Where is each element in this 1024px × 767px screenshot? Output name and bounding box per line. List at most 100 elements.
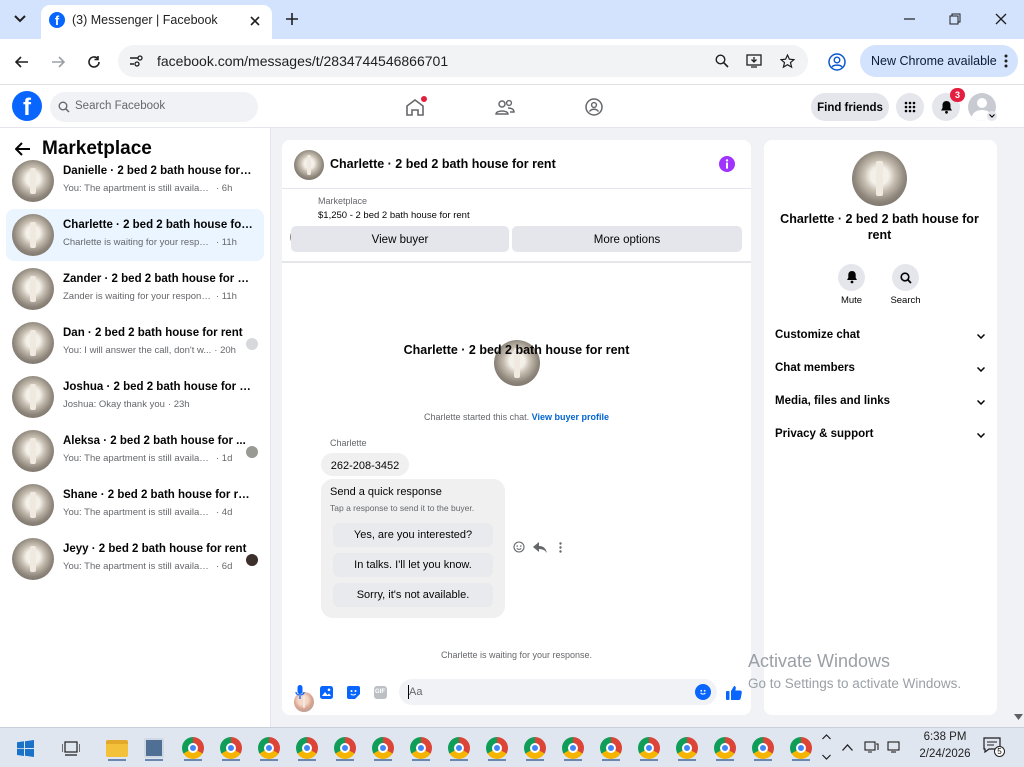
- chrome-taskbar-icon[interactable]: [596, 734, 626, 762]
- taskbar-scroll-arrows-icon[interactable]: [819, 730, 833, 764]
- kebab-menu-icon[interactable]: [998, 51, 1014, 71]
- conversation-time: · 11h: [216, 291, 237, 302]
- menu-grid-icon[interactable]: [896, 93, 924, 121]
- conversation-item[interactable]: Danielle · 2 bed 2 bath house for r... Yo…: [6, 155, 264, 207]
- thumbs-up-icon[interactable]: [725, 683, 743, 701]
- info-section-row[interactable]: Media, files and links: [775, 395, 985, 407]
- reply-icon[interactable]: [532, 540, 548, 554]
- close-tab-icon[interactable]: [246, 12, 264, 30]
- chrome-taskbar-icon[interactable]: [710, 734, 740, 762]
- action-center-icon[interactable]: 5: [983, 737, 1005, 757]
- friends-nav-icon[interactable]: [490, 94, 520, 120]
- read-receipt-avatar: [246, 554, 258, 566]
- chat-card: Charlette · 2 bed 2 bath house for rent …: [282, 140, 751, 715]
- forward-arrow-icon[interactable]: [46, 51, 70, 73]
- message-input[interactable]: Aa: [399, 679, 717, 705]
- notification-badge: 3: [950, 88, 965, 102]
- info-section-row[interactable]: Chat members: [775, 362, 985, 374]
- conversation-time: · 23h: [167, 399, 190, 410]
- chrome-taskbar-icon[interactable]: [292, 734, 322, 762]
- task-view-icon[interactable]: [56, 734, 86, 762]
- account-chevron-icon[interactable]: [987, 111, 997, 121]
- taskbar-time[interactable]: 6:38 PM: [915, 731, 975, 743]
- facebook-logo-icon[interactable]: f: [12, 91, 42, 121]
- start-button[interactable]: [10, 734, 40, 762]
- active-tab[interactable]: f (3) Messenger | Facebook: [41, 5, 272, 39]
- quick-response-title: Send a quick response: [330, 486, 442, 498]
- chrome-taskbar-icon[interactable]: [254, 734, 284, 762]
- taskbar-date[interactable]: 2/24/2026: [915, 748, 975, 760]
- info-section-row[interactable]: Customize chat: [775, 329, 985, 341]
- quick-reply-button[interactable]: Yes, are you interested?: [333, 523, 493, 547]
- new-tab-icon[interactable]: [282, 9, 302, 29]
- chat-header-avatar[interactable]: [294, 150, 324, 180]
- chat-header-title[interactable]: Charlette · 2 bed 2 bath house for rent: [330, 157, 556, 171]
- conversation-title: Zander · 2 bed 2 bath house for rent: [63, 273, 253, 285]
- quick-reply-button[interactable]: In talks. I'll let you know.: [333, 553, 493, 577]
- scroll-down-arrow-icon[interactable]: [1014, 714, 1023, 720]
- mute-bell-icon[interactable]: [838, 264, 865, 291]
- conversation-item[interactable]: Charlette · 2 bed 2 bath house for ... Ch…: [6, 209, 264, 261]
- close-window-icon[interactable]: [990, 9, 1012, 29]
- conversation-item[interactable]: Aleksa · 2 bed 2 bath house for ... You: …: [6, 425, 264, 477]
- page-scrollbar[interactable]: [1013, 128, 1024, 727]
- back-arrow-icon[interactable]: [10, 51, 34, 73]
- info-avatar[interactable]: [852, 151, 907, 206]
- photo-icon[interactable]: [318, 683, 334, 701]
- more-options-button[interactable]: More options: [512, 226, 742, 252]
- react-emoji-icon[interactable]: [512, 540, 526, 554]
- site-info-icon[interactable]: [126, 51, 146, 71]
- zoom-icon[interactable]: [712, 51, 732, 71]
- sticker-icon[interactable]: [345, 683, 361, 701]
- microphone-icon[interactable]: [292, 683, 308, 701]
- chrome-taskbar-icon[interactable]: [748, 734, 778, 762]
- install-app-icon[interactable]: [744, 51, 764, 71]
- find-friends-button[interactable]: Find friends: [811, 93, 889, 121]
- pinned-app-icon[interactable]: [139, 734, 169, 762]
- chrome-taskbar-icon[interactable]: [330, 734, 360, 762]
- listing-text[interactable]: $1,250 - 2 bed 2 bath house for rent: [318, 210, 470, 221]
- minimize-window-icon[interactable]: [898, 9, 920, 29]
- chrome-taskbar-icon[interactable]: [520, 734, 550, 762]
- chrome-taskbar-icon[interactable]: [672, 734, 702, 762]
- emoji-icon[interactable]: [695, 684, 711, 700]
- reload-icon[interactable]: [82, 51, 106, 73]
- chrome-taskbar-icon[interactable]: [786, 734, 816, 762]
- info-icon[interactable]: [719, 156, 735, 172]
- conversation-item[interactable]: Dan · 2 bed 2 bath house for rent You: I …: [6, 317, 264, 369]
- show-hidden-icons-chevron-icon[interactable]: [838, 736, 856, 758]
- network-icon[interactable]: [885, 736, 903, 758]
- chrome-taskbar-icon[interactable]: [216, 734, 246, 762]
- restore-window-icon[interactable]: [944, 9, 966, 29]
- bookmark-star-icon[interactable]: [777, 51, 797, 71]
- conversation-item[interactable]: Zander · 2 bed 2 bath house for rent Zand…: [6, 263, 264, 315]
- home-nav-icon[interactable]: [400, 94, 430, 120]
- conversation-item[interactable]: Joshua · 2 bed 2 bath house for rent Josh…: [6, 371, 264, 423]
- facebook-search-box[interactable]: Search Facebook: [50, 92, 258, 122]
- chrome-taskbar-icon[interactable]: [634, 734, 664, 762]
- gif-icon[interactable]: GIF: [372, 683, 388, 701]
- conversation-item[interactable]: Shane · 2 bed 2 bath house for rent You: …: [6, 479, 264, 531]
- chrome-taskbar-icon[interactable]: [368, 734, 398, 762]
- quick-reply-button[interactable]: Sorry, it's not available.: [333, 583, 493, 607]
- chrome-taskbar-icon[interactable]: [178, 734, 208, 762]
- conversation-item[interactable]: Jeyy · 2 bed 2 bath house for rent You: T…: [6, 533, 264, 585]
- chrome-taskbar-icon[interactable]: [406, 734, 436, 762]
- profile-icon[interactable]: [826, 51, 848, 73]
- chrome-taskbar-icon[interactable]: [444, 734, 474, 762]
- info-section-row[interactable]: Privacy & support: [775, 428, 985, 440]
- chrome-update-button[interactable]: New Chrome available: [860, 45, 1018, 77]
- tray-app-icon[interactable]: [862, 736, 880, 758]
- groups-nav-icon[interactable]: [579, 94, 609, 120]
- message-more-icon[interactable]: [555, 540, 565, 554]
- omnibox[interactable]: facebook.com/messages/t/2834744546866701: [118, 45, 808, 77]
- tab-search-button[interactable]: [8, 8, 32, 30]
- file-explorer-icon[interactable]: [102, 734, 132, 762]
- conversation-time: · 1d: [216, 453, 233, 464]
- info-search-icon[interactable]: [892, 264, 919, 291]
- view-buyer-button[interactable]: View buyer: [291, 226, 509, 252]
- chrome-taskbar-icon[interactable]: [482, 734, 512, 762]
- message-bubble[interactable]: 262-208-3452: [321, 453, 409, 476]
- view-buyer-profile-link[interactable]: View buyer profile: [532, 412, 609, 422]
- chrome-taskbar-icon[interactable]: [558, 734, 588, 762]
